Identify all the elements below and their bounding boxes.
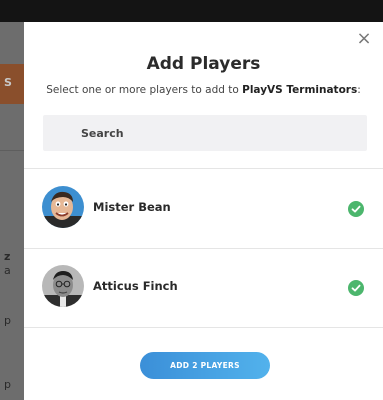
avatar	[42, 186, 84, 228]
team-name: PlayVS Terminators	[242, 84, 358, 96]
player-name: Atticus Finch	[93, 279, 178, 293]
avatar	[42, 265, 84, 307]
background-text-fragment: S	[4, 76, 12, 89]
player-row-atticus-finch[interactable]: Atticus Finch	[24, 249, 383, 327]
modal-subtitle: Select one or more players to add to Pla…	[24, 84, 383, 96]
player-row-mister-bean[interactable]: Mister Bean	[24, 170, 383, 248]
background-text-fragment: p	[4, 314, 11, 327]
search-input[interactable]	[43, 115, 367, 151]
background-top-bar	[0, 0, 383, 22]
checkmark-icon[interactable]	[348, 280, 364, 296]
modal-footer: ADD 2 PLAYERS	[24, 327, 383, 400]
add-players-button[interactable]: ADD 2 PLAYERS	[140, 352, 270, 379]
checkmark-icon[interactable]	[348, 201, 364, 217]
background-text-fragment: p	[4, 378, 11, 391]
modal-title: Add Players	[146, 54, 261, 74]
background-text-fragment: z	[4, 250, 11, 263]
list-divider	[24, 168, 383, 169]
player-name: Mister Bean	[93, 200, 171, 214]
add-players-modal: × Add Players Select one or more players…	[24, 22, 383, 400]
background-divider	[0, 150, 24, 151]
subtitle-colon: :	[357, 84, 361, 96]
background-text-fragment: a	[4, 264, 11, 277]
close-icon[interactable]: ×	[355, 30, 373, 48]
subtitle-text: Select one or more players to add to	[46, 84, 243, 96]
